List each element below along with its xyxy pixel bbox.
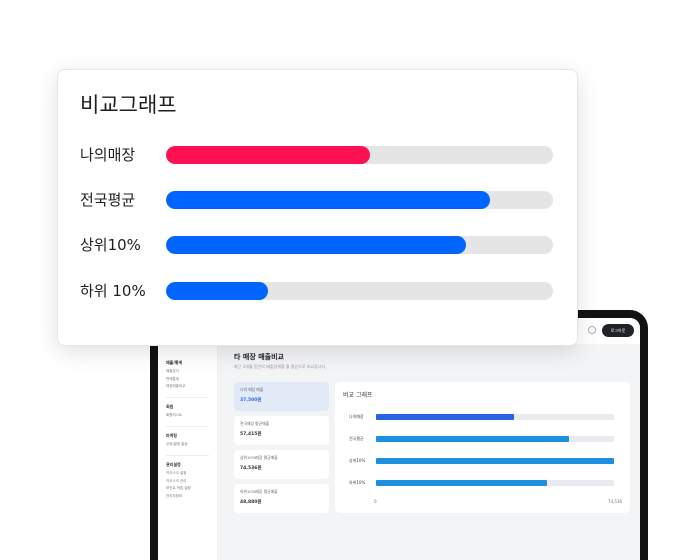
mini-bar-row: 전국평균 [343,431,622,453]
card-value: 57,415원 [240,432,262,437]
sidebar-group-heading: 회원 [166,404,174,409]
card-title: 비교그래프 [80,93,177,117]
card-label: 나의 매장 매출 [240,387,264,392]
mini-bar-row: 상위10% [343,453,622,475]
mini-chart-panel: 비교 그래프 나의매장전국평균상위10% 하위10% 0 74,536 [335,382,630,513]
comparison-bar-label: 상위10% [80,236,141,254]
comparison-bar-track [166,282,553,300]
sidebar-group: 마케팅쿠폰/알림 발송 [166,433,217,447]
comparison-bar-row: 하위 10% [58,279,577,303]
mini-bar-track [376,458,614,464]
card-label: 하위10%매장 평균매출 [240,489,278,494]
comparison-bar-fill [166,191,490,209]
sidebar-item[interactable]: 키오스크 관리 [166,479,217,484]
sidebar-item[interactable]: 포인트 적립 설정 [166,486,217,491]
sidebar-item[interactable]: 키오스크 설정 [166,471,217,476]
axis-min-label: 0 [374,499,377,504]
comparison-bar-track [166,236,553,254]
sidebar-group: 매출/통계매출분석판매통계매장매출비교 [166,360,217,389]
comparison-bar-track [166,146,553,164]
mini-bar-row: 하위10% [343,475,622,497]
card-label: 전국매장 평균매출 [240,421,270,426]
sidebar-divider [166,397,209,398]
sidebar-item[interactable]: 쿠폰/알림 발송 [166,442,217,447]
sidebar-divider [166,426,209,427]
sidebar-group: 회원회원리스트 [166,404,217,418]
comparison-bar-row: 전국평균 [58,188,577,212]
comparison-bar-fill [166,282,269,300]
sidebar-divider [166,455,209,456]
summary-card-bottom10[interactable]: 하위10%매장 평균매출 48,880원 [234,484,329,513]
mini-bar-track [376,436,614,442]
tablet-device: 로그아웃 매출/통계매출분석판매통계매장매출비교회원회원리스트마케팅쿠폰/알림 … [150,310,648,560]
mini-bar-row: 나의매장 [343,409,622,431]
sidebar-item[interactable]: 매장매출비교 [166,384,217,389]
logout-button[interactable]: 로그아웃 [602,324,634,337]
card-label: 상위10%매장 평균매출 [240,455,278,460]
mini-bar-fill [376,414,515,420]
sidebar-group-heading: 마케팅 [166,433,178,438]
sidebar-group-heading: 관리설정 [166,462,181,467]
summary-card-national[interactable]: 전국매장 평균매출 57,415원 [234,416,329,445]
mini-bar-fill [376,480,548,486]
mini-bar-fill [376,458,614,464]
sidebar-group-heading: 매출/통계 [166,360,183,365]
page-title: 타 매장 매출비교 [234,353,284,361]
mini-bar-track [376,414,614,420]
comparison-bar-label: 전국평균 [80,191,136,209]
page-subtitle: 최근 3개월 동안의 매출합계를 월 평균으로 비교합니다. [234,364,327,369]
summary-card-my-store[interactable]: 나의 매장 매출 37,500원 [234,382,329,411]
summary-cards: 나의 매장 매출 37,500원 전국매장 평균매출 57,415원 상위10%… [234,382,329,518]
gear-icon[interactable] [588,326,596,334]
card-value: 37,500원 [240,398,262,403]
mini-bar-fill [376,436,569,442]
sidebar-item[interactable]: 관리자정보 [166,494,217,499]
mini-chart-title: 비교 그래프 [343,392,373,399]
comparison-bar-fill [166,146,370,164]
summary-card-top10[interactable]: 상위10%매장 평균매출 74,536원 [234,450,329,479]
main-content: 타 매장 매출비교 최근 3개월 동안의 매출합계를 월 평균으로 비교합니다.… [226,344,630,560]
comparison-bar-label: 나의매장 [80,146,136,164]
axis-max-label: 74,536 [608,499,622,504]
mini-bar-label: 하위10% [349,480,366,485]
mini-bar-label: 상위10% [349,458,366,463]
tablet-screen: 로그아웃 매출/통계매출분석판매통계매장매출비교회원회원리스트마케팅쿠폰/알림 … [158,318,640,560]
sidebar-group: 관리설정키오스크 설정키오스크 관리포인트 적립 설정관리자정보 [166,462,217,499]
comparison-bar-label: 하위 10% [80,282,146,300]
sidebar-item[interactable]: 매출분석 [166,369,217,374]
card-value: 48,880원 [240,500,262,505]
sidebar-item[interactable]: 회원리스트 [166,413,217,418]
comparison-bar-row: 나의매장 [58,143,577,167]
comparison-graph-card: 비교그래프 나의매장전국평균상위10% 하위 10% [57,69,578,346]
sidebar: 매출/통계매출분석판매통계매장매출비교회원회원리스트마케팅쿠폰/알림 발송관리설… [158,344,218,560]
comparison-bar-track [166,191,553,209]
mini-bar-label: 전국평균 [349,436,364,441]
comparison-bar-fill [166,236,466,254]
mini-bar-label: 나의매장 [349,414,364,419]
card-value: 74,536원 [240,466,262,471]
comparison-bar-row: 상위10% [58,233,577,257]
mini-chart-rows: 나의매장전국평균상위10% 하위10% [343,409,622,497]
mini-bar-track [376,480,614,486]
sidebar-item[interactable]: 판매통계 [166,377,217,382]
